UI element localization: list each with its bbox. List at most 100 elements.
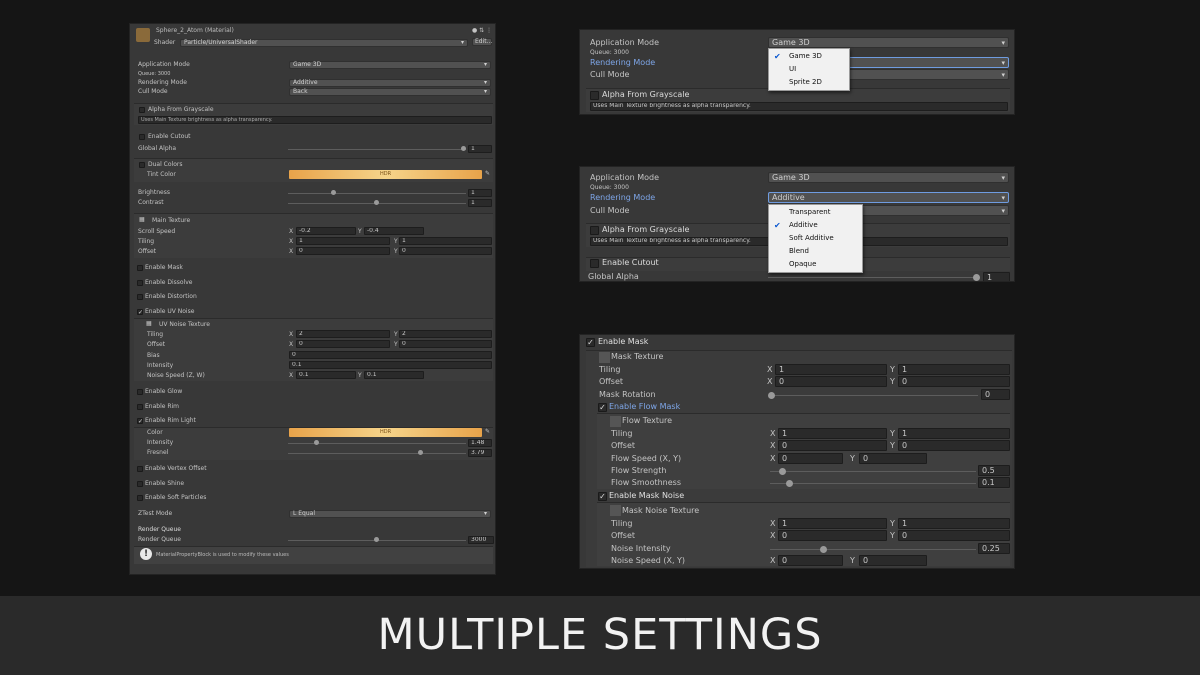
p3-ft-x-field[interactable]: 1 (778, 428, 887, 439)
global-alpha-slider[interactable] (288, 149, 466, 150)
uvn-tiling-y-field[interactable]: 2 (399, 330, 492, 338)
menu-item-blend[interactable]: Blend (769, 245, 862, 258)
intensity-field[interactable]: 0.1 (289, 361, 492, 369)
global-alpha-knob[interactable] (461, 146, 466, 151)
dissolve-checkbox[interactable] (137, 280, 143, 286)
distortion-checkbox[interactable] (137, 294, 143, 300)
rl-intensity-knob[interactable] (314, 440, 319, 445)
p3-ns-y-field[interactable]: 0 (859, 555, 927, 566)
edit-button[interactable]: Edit... (472, 38, 492, 46)
p2-global-alpha-knob[interactable] (973, 274, 980, 281)
menu-item-ui[interactable]: UI (769, 63, 849, 76)
p2-global-alpha-slider[interactable] (768, 277, 978, 278)
p3-flow-smoothness-knob[interactable] (786, 480, 793, 487)
app-mode-dropdown[interactable]: Game 3D ▾ (289, 61, 491, 69)
contrast-knob[interactable] (374, 200, 379, 205)
menu-item-additive[interactable]: ✔ Additive (769, 219, 862, 232)
texture-slot-icon[interactable] (610, 416, 621, 427)
cutout-checkbox[interactable] (139, 134, 145, 140)
fresnel-knob[interactable] (418, 450, 423, 455)
p3-mask-rotation-knob[interactable] (768, 392, 775, 399)
p3-offset-y-field[interactable]: 0 (898, 376, 1010, 387)
rim-checkbox[interactable] (137, 404, 143, 410)
brightness-slider[interactable] (288, 193, 466, 194)
eyedropper-icon[interactable]: ✎ (485, 170, 490, 178)
p3-flow-mask-checkbox[interactable]: ✓ (598, 403, 607, 412)
p3-mask-noise-checkbox[interactable]: ✓ (598, 492, 607, 501)
p2-app-mode-dropdown[interactable]: Game 3D ▾ (768, 172, 1009, 183)
noise-speed-y-field[interactable]: 0.1 (364, 371, 424, 379)
menu-item-transparent[interactable]: Transparent (769, 206, 862, 219)
shader-dropdown[interactable]: Particle/UniversalShader ▾ (180, 39, 468, 47)
alpha-gray-checkbox[interactable] (139, 107, 145, 113)
p2-alpha-gray-checkbox[interactable] (590, 226, 599, 235)
render-mode-dropdown[interactable]: Additive ▾ (289, 79, 491, 87)
menu-item-opaque[interactable]: Opaque (769, 258, 862, 271)
ztest-dropdown[interactable]: L Equal ▾ (289, 510, 491, 518)
uv-noise-checkbox[interactable]: ✓ (137, 309, 143, 316)
tiling-y-field[interactable]: 1 (399, 237, 492, 245)
p3-flow-strength-knob[interactable] (779, 468, 786, 475)
p3-fs-y-field[interactable]: 0 (859, 453, 927, 464)
soft-particles-checkbox[interactable] (137, 495, 143, 501)
tint-color-swatch[interactable]: HDR (289, 170, 482, 179)
p2-render-mode-dropdown[interactable]: Additive ▾ (768, 192, 1009, 203)
uvn-tiling-x-field[interactable]: 2 (296, 330, 390, 338)
shine-checkbox[interactable] (137, 481, 143, 487)
glow-checkbox[interactable] (137, 389, 143, 395)
cull-dropdown[interactable]: Back ▾ (289, 88, 491, 96)
offset-y-field[interactable]: 0 (399, 247, 492, 255)
p3-ft-y-field[interactable]: 1 (898, 428, 1010, 439)
tiling-x-field[interactable]: 1 (296, 237, 390, 245)
p3-noise-intensity-slider[interactable] (770, 549, 976, 550)
p3-tiling-y-field[interactable]: 1 (898, 364, 1010, 375)
p3-mask-rotation-slider[interactable] (770, 395, 978, 396)
p3-no-x-field[interactable]: 0 (778, 530, 887, 541)
uvn-offset-y-field[interactable]: 0 (399, 340, 492, 348)
global-alpha-field[interactable]: 1 (468, 145, 492, 153)
texture-slot-icon[interactable] (599, 352, 610, 363)
scroll-x-field[interactable]: -0.2 (296, 227, 356, 235)
vertex-offset-checkbox[interactable] (137, 466, 143, 472)
p2-global-alpha-field[interactable]: 1 (983, 272, 1010, 281)
inspector-header-icons[interactable]: ● ⇅ ⋮ (472, 27, 492, 35)
rl-color-swatch[interactable]: HDR (289, 428, 482, 437)
fresnel-field[interactable]: 3.79 (468, 449, 492, 457)
mask-checkbox[interactable] (137, 265, 143, 271)
rl-intensity-field[interactable]: 1.48 (468, 439, 492, 447)
p1-app-mode-dropdown[interactable]: Game 3D ▾ (768, 37, 1009, 48)
p3-no-y-field[interactable]: 0 (898, 530, 1010, 541)
p3-flow-strength-field[interactable]: 0.5 (978, 465, 1010, 476)
p3-nt-y-field[interactable]: 1 (898, 518, 1010, 529)
p3-flow-smoothness-field[interactable]: 0.1 (978, 477, 1010, 488)
bias-field[interactable]: 0 (289, 351, 492, 359)
p3-fo-x-field[interactable]: 0 (778, 440, 887, 451)
menu-item-soft-additive[interactable]: Soft Additive (769, 232, 862, 245)
rim-light-checkbox[interactable]: ✓ (137, 418, 143, 425)
contrast-field[interactable]: 1 (468, 199, 492, 207)
fresnel-slider[interactable] (288, 453, 466, 454)
p3-mask-checkbox[interactable]: ✓ (586, 338, 595, 347)
menu-item-game-3d[interactable]: ✔ Game 3D (769, 50, 849, 63)
p3-ns-x-field[interactable]: 0 (778, 555, 843, 566)
p2-cutout-checkbox[interactable] (590, 259, 599, 268)
p3-fo-y-field[interactable]: 0 (898, 440, 1010, 451)
p1-alpha-gray-checkbox[interactable] (590, 91, 599, 100)
offset-x-field[interactable]: 0 (296, 247, 390, 255)
p3-noise-intensity-field[interactable]: 0.25 (978, 543, 1010, 554)
texture-slot-icon[interactable]: ▦ (146, 320, 152, 328)
scroll-y-field[interactable]: -0.4 (364, 227, 424, 235)
p3-fs-x-field[interactable]: 0 (778, 453, 843, 464)
p3-flow-strength-slider[interactable] (770, 471, 976, 472)
p3-noise-intensity-knob[interactable] (820, 546, 827, 553)
dual-colors-checkbox[interactable] (139, 162, 145, 168)
texture-slot-icon[interactable] (610, 505, 621, 516)
p3-nt-x-field[interactable]: 1 (778, 518, 887, 529)
brightness-field[interactable]: 1 (468, 189, 492, 197)
menu-item-sprite-2d[interactable]: Sprite 2D (769, 76, 849, 89)
eyedropper-icon[interactable]: ✎ (485, 428, 490, 436)
noise-speed-x-field[interactable]: 0.1 (296, 371, 356, 379)
p3-tiling-x-field[interactable]: 1 (775, 364, 887, 375)
p3-offset-x-field[interactable]: 0 (775, 376, 887, 387)
texture-slot-icon[interactable]: ▦ (139, 216, 145, 224)
